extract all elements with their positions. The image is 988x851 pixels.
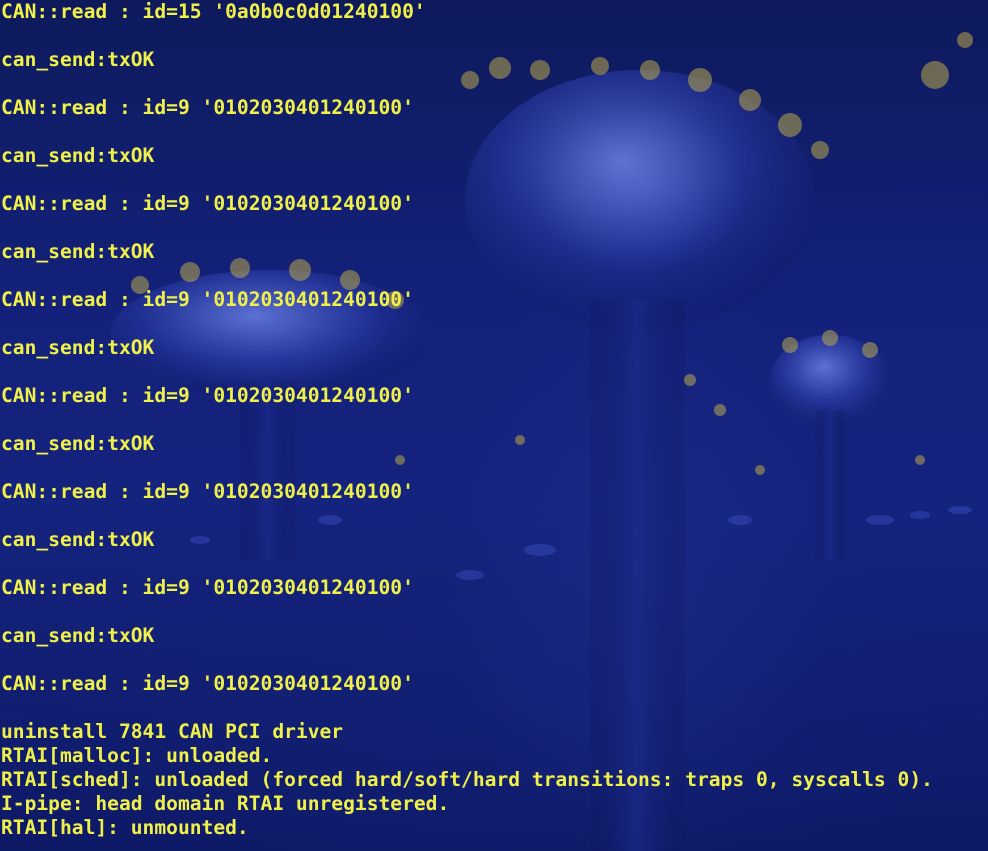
log-line: can_send:txOK xyxy=(1,48,155,71)
log-line: can_send:txOK xyxy=(1,528,155,551)
log-line: can_send:txOK xyxy=(1,240,155,263)
log-line: can_send:txOK xyxy=(1,144,155,167)
log-line: CAN::read : id=9 '0102030401240100' xyxy=(1,96,414,119)
log-line: can_send:txOK xyxy=(1,432,155,455)
log-line: CAN::read : id=9 '0102030401240100' xyxy=(1,672,414,695)
log-line: I-pipe: head domain RTAI unregistered. xyxy=(1,792,450,815)
terminal-window[interactable]: CAN::read : id=15 '0a0b0c0d01240100'can_… xyxy=(0,0,988,851)
log-line: RTAI[malloc]: unloaded. xyxy=(1,744,273,767)
log-line: can_send:txOK xyxy=(1,624,155,647)
log-line: RTAI[sched]: unloaded (forced hard/soft/… xyxy=(1,768,933,791)
terminal-output[interactable]: CAN::read : id=15 '0a0b0c0d01240100'can_… xyxy=(1,0,933,840)
log-line: RTAI[hal]: unmounted. xyxy=(1,816,249,839)
log-line: CAN::read : id=15 '0a0b0c0d01240100' xyxy=(1,0,426,23)
log-line: CAN::read : id=9 '0102030401240100' xyxy=(1,192,414,215)
log-line: CAN::read : id=9 '0102030401240100' xyxy=(1,576,414,599)
log-line: CAN::read : id=9 '0102030401240100' xyxy=(1,480,414,503)
log-line: uninstall 7841 CAN PCI driver xyxy=(1,720,344,743)
log-line: CAN::read : id=9 '0102030401240100' xyxy=(1,288,414,311)
log-line: can_send:txOK xyxy=(1,336,155,359)
log-line: CAN::read : id=9 '0102030401240100' xyxy=(1,384,414,407)
